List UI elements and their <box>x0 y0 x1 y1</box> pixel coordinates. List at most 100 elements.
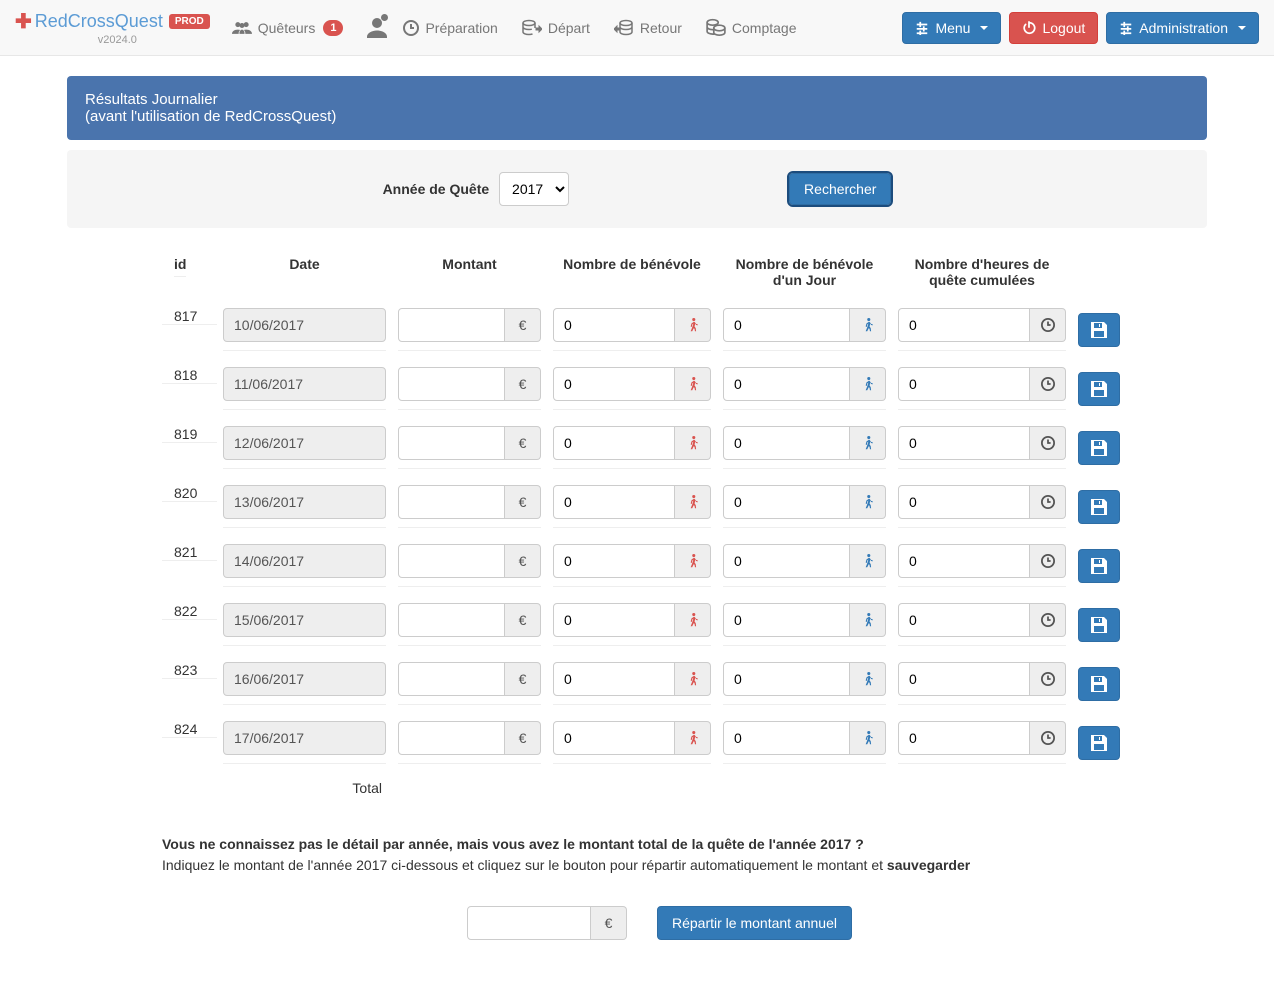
benevole-input[interactable] <box>553 603 675 637</box>
montant-input[interactable] <box>398 662 505 696</box>
admin-button[interactable]: Administration <box>1106 12 1259 44</box>
benevole-jour-input[interactable] <box>723 426 850 460</box>
euro-addon: € <box>505 485 541 519</box>
cell-id: 821 <box>162 544 217 561</box>
walk-blue-icon <box>850 485 886 519</box>
heures-input[interactable] <box>898 367 1030 401</box>
heures-input[interactable] <box>898 603 1030 637</box>
menu-button[interactable]: Menu <box>902 12 1001 44</box>
nav-retour[interactable]: Retour <box>602 8 694 48</box>
benevole-input[interactable] <box>553 426 675 460</box>
total-label: Total <box>217 780 392 796</box>
euro-addon: € <box>505 544 541 578</box>
date-input <box>223 662 386 696</box>
benevole-input[interactable] <box>553 485 675 519</box>
benevole-jour-input[interactable] <box>723 544 850 578</box>
save-row-button[interactable] <box>1078 431 1120 465</box>
nav-preparation[interactable]: Préparation <box>391 10 509 46</box>
save-row-button[interactable] <box>1078 549 1120 583</box>
cell-id: 824 <box>162 721 217 738</box>
heures-input[interactable] <box>898 544 1030 578</box>
col-montant: Montant <box>392 256 547 272</box>
benevole-jour-input[interactable] <box>723 308 850 342</box>
euro-addon: € <box>505 662 541 696</box>
repartir-button[interactable]: Répartir le montant annuel <box>657 906 852 940</box>
save-row-button[interactable] <box>1078 372 1120 406</box>
footer-instruction-bold: sauvegarder <box>887 857 970 873</box>
panel-header: Résultats Journalier (avant l'utilisatio… <box>67 76 1207 140</box>
col-heures: Nombre d'heures de quête cumulées <box>892 256 1072 288</box>
panel-subtitle: (avant l'utilisation de RedCrossQuest) <box>85 108 1189 125</box>
table-header: id Date Montant Nombre de bénévole Nombr… <box>162 248 1157 300</box>
montant-input[interactable] <box>398 426 505 460</box>
search-button[interactable]: Rechercher <box>789 173 891 205</box>
power-icon <box>1022 21 1036 35</box>
save-icon <box>1091 735 1107 751</box>
euro-addon: € <box>591 906 627 940</box>
benevole-input[interactable] <box>553 544 675 578</box>
person-icon <box>367 18 387 38</box>
benevole-input[interactable] <box>553 662 675 696</box>
save-icon <box>1091 558 1107 574</box>
cell-id: 822 <box>162 603 217 620</box>
notif-dot-icon <box>381 14 388 21</box>
benevole-jour-input[interactable] <box>723 603 850 637</box>
save-icon <box>1091 617 1107 633</box>
cell-id: 823 <box>162 662 217 679</box>
heures-input[interactable] <box>898 426 1030 460</box>
benevole-jour-input[interactable] <box>723 367 850 401</box>
date-input <box>223 367 386 401</box>
save-icon <box>1091 381 1107 397</box>
queteurs-count-badge: 1 <box>323 20 343 36</box>
save-icon <box>1091 322 1107 338</box>
date-input <box>223 426 386 460</box>
save-row-button[interactable] <box>1078 490 1120 524</box>
cell-id: 819 <box>162 426 217 443</box>
walk-red-icon <box>675 721 711 755</box>
walk-blue-icon <box>850 426 886 460</box>
benevole-input[interactable] <box>553 721 675 755</box>
logout-button[interactable]: Logout <box>1009 12 1098 44</box>
heures-input[interactable] <box>898 721 1030 755</box>
montant-input[interactable] <box>398 721 505 755</box>
save-row-button[interactable] <box>1078 608 1120 642</box>
montant-input[interactable] <box>398 308 505 342</box>
euro-addon: € <box>505 603 541 637</box>
walk-red-icon <box>675 426 711 460</box>
table-row: 822 € <box>162 595 1157 654</box>
heures-input[interactable] <box>898 662 1030 696</box>
brand[interactable]: ✚RedCrossQuest PROD v2024.0 <box>15 9 210 46</box>
benevole-jour-input[interactable] <box>723 485 850 519</box>
save-row-button[interactable] <box>1078 667 1120 701</box>
sliders-icon <box>915 21 929 35</box>
montant-input[interactable] <box>398 603 505 637</box>
date-input <box>223 603 386 637</box>
clock-addon-icon <box>1030 721 1066 755</box>
date-input <box>223 485 386 519</box>
nav-queteurs[interactable]: Quêteurs 1 <box>220 8 356 48</box>
benevole-jour-input[interactable] <box>723 662 850 696</box>
walk-blue-icon <box>850 662 886 696</box>
heures-input[interactable] <box>898 308 1030 342</box>
nav-register[interactable] <box>355 8 391 48</box>
date-input <box>223 544 386 578</box>
benevole-input[interactable] <box>553 308 675 342</box>
benevole-input[interactable] <box>553 367 675 401</box>
footer-instruction: Indiquez le montant de l'année 2017 ci-d… <box>162 857 887 873</box>
save-icon <box>1091 440 1107 456</box>
save-row-button[interactable] <box>1078 726 1120 760</box>
year-select[interactable]: 2017 <box>499 172 569 206</box>
montant-input[interactable] <box>398 367 505 401</box>
caret-icon <box>1238 26 1246 30</box>
montant-input[interactable] <box>398 485 505 519</box>
annual-amount-input[interactable] <box>467 906 591 940</box>
save-row-button[interactable] <box>1078 313 1120 347</box>
coins-icon <box>706 18 726 38</box>
benevole-jour-input[interactable] <box>723 721 850 755</box>
montant-input[interactable] <box>398 544 505 578</box>
clock-icon <box>403 20 419 36</box>
heures-input[interactable] <box>898 485 1030 519</box>
nav-depart[interactable]: Départ <box>510 8 602 48</box>
nav-comptage[interactable]: Comptage <box>694 8 809 48</box>
save-icon <box>1091 499 1107 515</box>
